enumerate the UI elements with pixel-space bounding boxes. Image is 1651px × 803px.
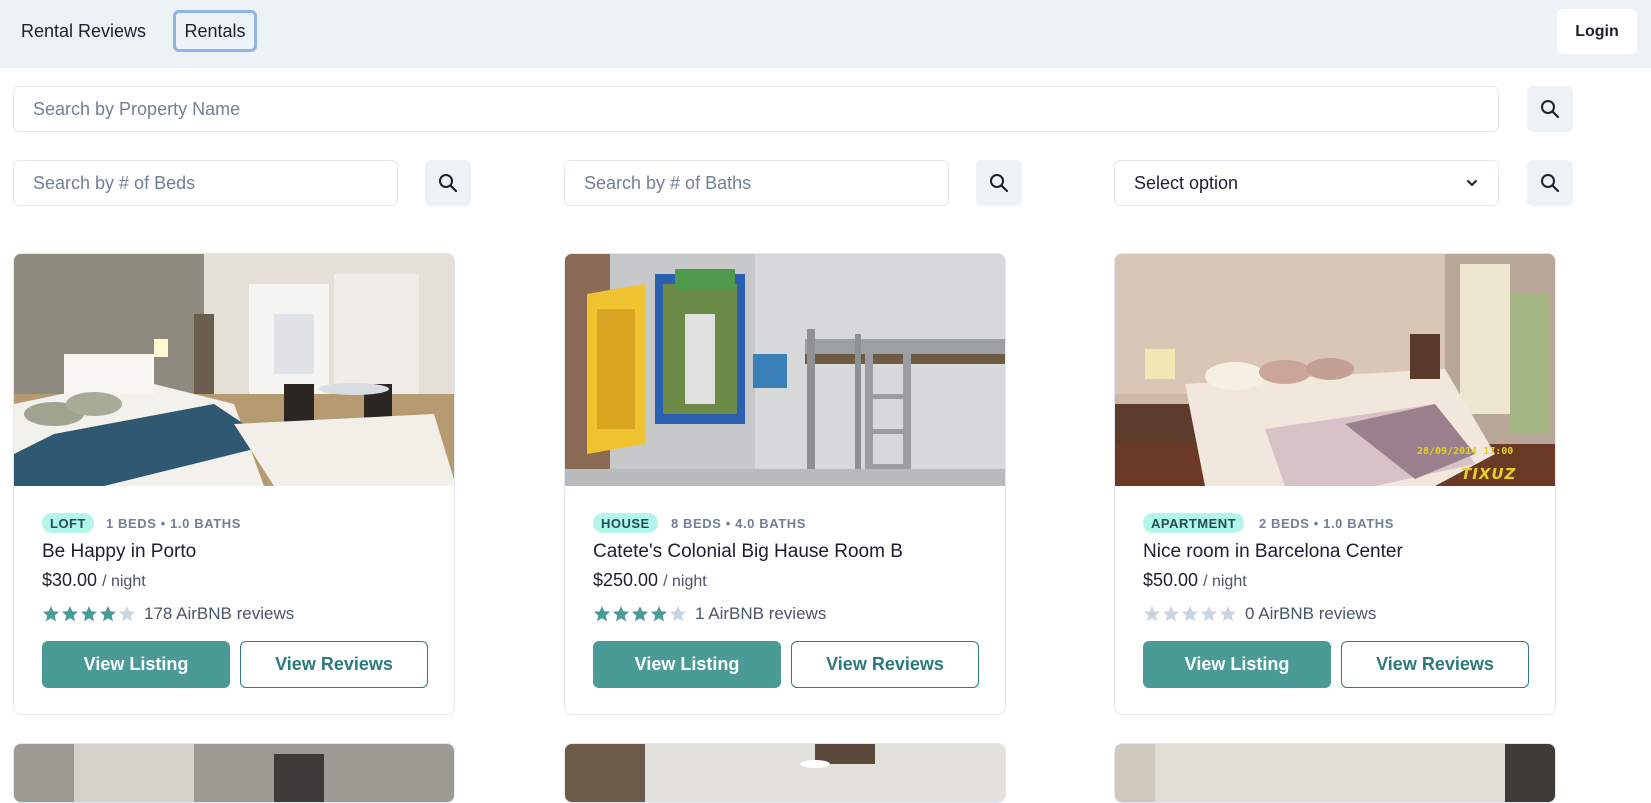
view-reviews-button[interactable]: View Reviews <box>791 641 979 688</box>
property-name-search-button[interactable] <box>1527 86 1573 132</box>
photo-watermark: TIXUZ <box>1461 465 1517 483</box>
review-count: 0 AirBNB reviews <box>1245 604 1377 623</box>
view-reviews-button[interactable]: View Reviews <box>240 641 428 688</box>
star-icon <box>651 606 667 622</box>
search-icon <box>1541 174 1560 193</box>
listing-card: LOFT 1 BEDS • 1.0 BATHS Be Happy in Port… <box>13 253 455 715</box>
star-icon <box>119 606 135 622</box>
star-icon <box>670 606 686 622</box>
listing-price: $30.00 / night <box>42 570 146 590</box>
listing-card: 28/09/2014 17:00 TIXUZ APARTMENT 2 BEDS … <box>1114 253 1556 715</box>
listing-title: Be Happy in Porto <box>42 541 197 562</box>
type-search-button[interactable] <box>1527 160 1573 206</box>
listing-card-partial <box>564 743 1006 803</box>
view-listing-button[interactable]: View Listing <box>1143 641 1331 688</box>
search-icon <box>439 174 458 193</box>
property-type-select[interactable]: Select option <box>1114 160 1499 206</box>
view-listing-button[interactable]: View Listing <box>593 641 781 688</box>
beds-baths-text: 2 BEDS • 1.0 BATHS <box>1259 516 1395 531</box>
star-icon <box>62 606 78 622</box>
star-rating <box>593 605 687 623</box>
beds-search-button[interactable] <box>425 160 471 206</box>
listing-photo <box>14 254 454 486</box>
review-count: 1 AirBNB reviews <box>695 604 827 623</box>
listing-card-partial <box>13 743 455 803</box>
login-button[interactable]: Login <box>1557 9 1637 54</box>
star-rating <box>1143 605 1237 623</box>
star-icon <box>1182 606 1198 622</box>
baths-search-button[interactable] <box>976 160 1022 206</box>
review-count: 178 AirBNB reviews <box>144 604 295 623</box>
star-icon <box>1201 606 1217 622</box>
star-icon <box>1144 606 1160 622</box>
property-type-badge: APARTMENT <box>1143 513 1245 533</box>
star-icon <box>613 606 629 622</box>
star-rating <box>42 605 136 623</box>
beds-baths-text: 8 BEDS • 4.0 BATHS <box>671 516 807 531</box>
star-icon <box>43 606 59 622</box>
listing-photo: 28/09/2014 17:00 TIXUZ <box>1115 254 1555 486</box>
listing-price: $250.00 / night <box>593 570 707 590</box>
listing-photo <box>565 254 1005 486</box>
star-icon <box>81 606 97 622</box>
listing-price: $50.00 / night <box>1143 570 1247 590</box>
chevron-down-icon <box>1467 180 1477 186</box>
baths-search-input[interactable] <box>564 160 949 206</box>
beds-baths-text: 1 BEDS • 1.0 BATHS <box>106 516 242 531</box>
brand-link[interactable]: Rental Reviews <box>21 21 146 42</box>
property-type-badge: LOFT <box>42 513 94 533</box>
property-type-badge: HOUSE <box>593 513 658 533</box>
star-icon <box>100 606 116 622</box>
top-navbar: Rental Reviews Rentals Login <box>0 0 1651 68</box>
view-reviews-button[interactable]: View Reviews <box>1341 641 1529 688</box>
listing-title: Nice room in Barcelona Center <box>1143 541 1403 562</box>
view-listing-button[interactable]: View Listing <box>42 641 230 688</box>
star-icon <box>1163 606 1179 622</box>
listing-title: Catete's Colonial Big Hause Room B <box>593 541 903 562</box>
star-icon <box>1220 606 1236 622</box>
nav-rentals-button[interactable]: Rentals <box>173 10 257 52</box>
photo-timestamp: 28/09/2014 17:00 <box>1417 446 1514 457</box>
select-value: Select option <box>1134 172 1239 193</box>
beds-search-input[interactable] <box>13 160 398 206</box>
listing-card-partial <box>1114 743 1556 803</box>
search-icon <box>990 174 1009 193</box>
search-icon <box>1541 100 1560 119</box>
star-icon <box>632 606 648 622</box>
listing-card: HOUSE 8 BEDS • 4.0 BATHS Catete's Coloni… <box>564 253 1006 715</box>
property-name-search-input[interactable] <box>13 86 1499 132</box>
star-icon <box>594 606 610 622</box>
